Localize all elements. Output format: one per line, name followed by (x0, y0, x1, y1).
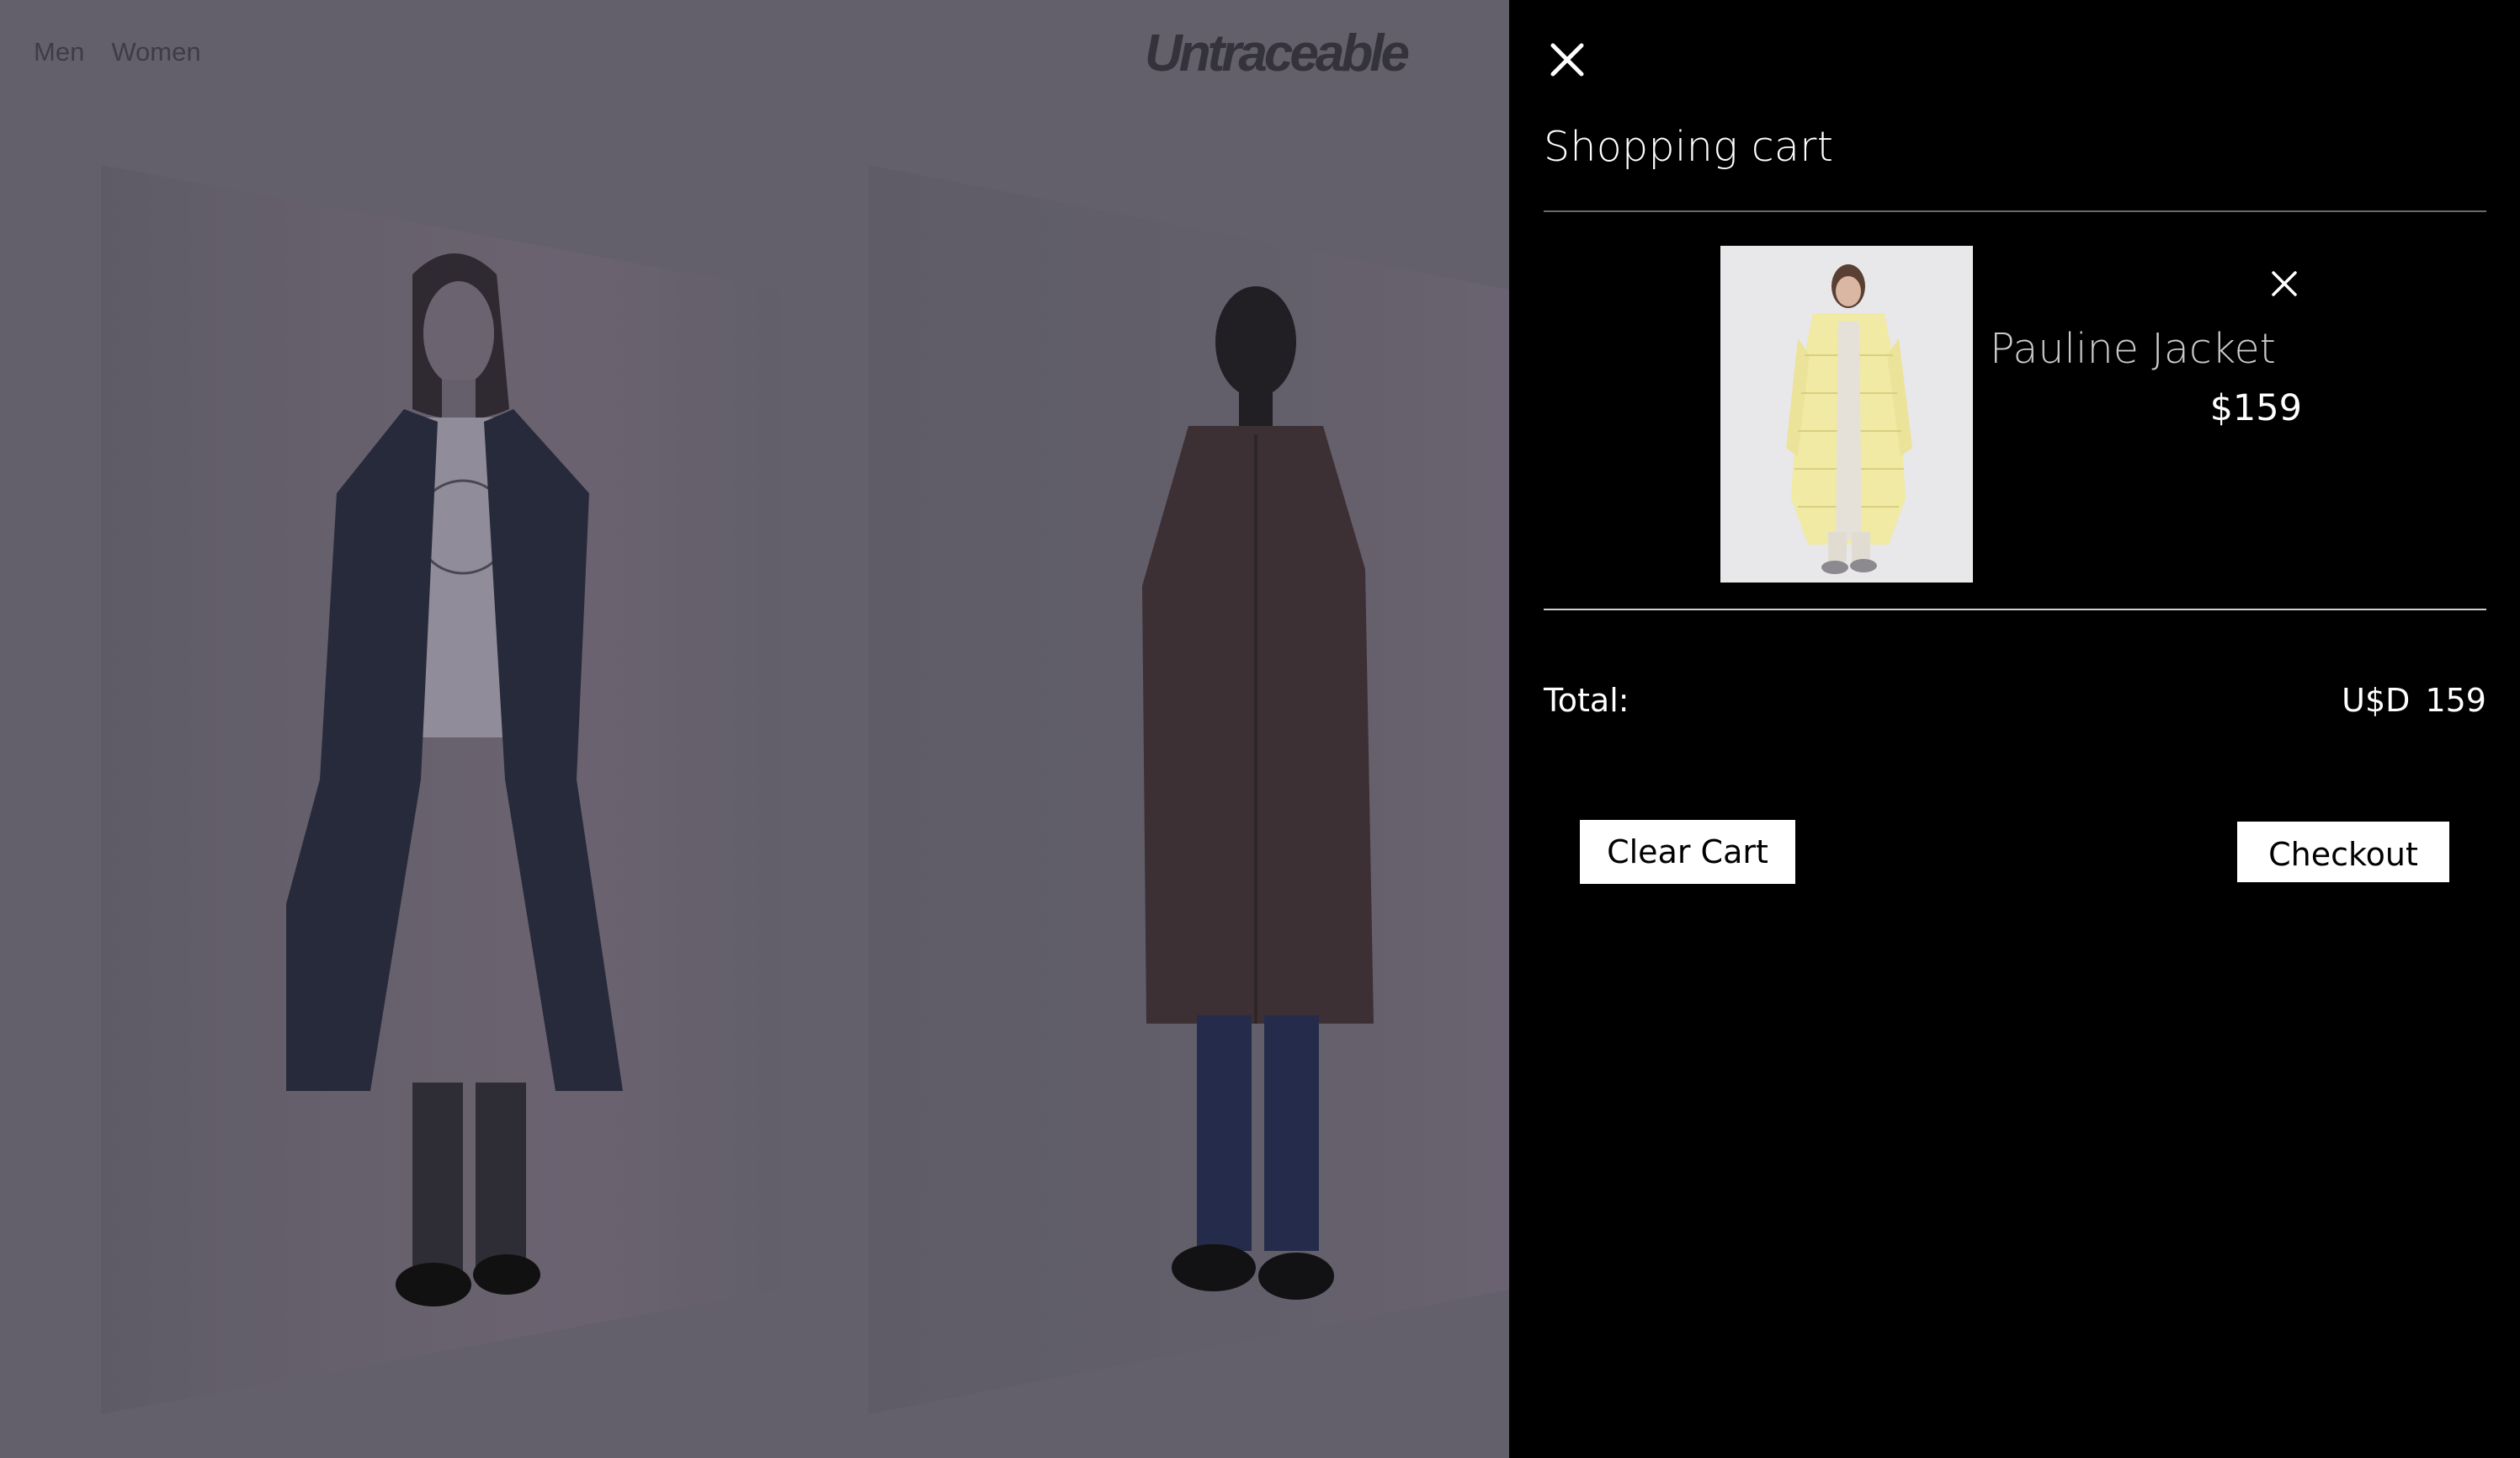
product-name: Pauline Jacket (1990, 325, 2276, 373)
total-value: U$D 159 (2342, 682, 2486, 719)
checkout-button[interactable]: Checkout (2237, 822, 2449, 882)
product-card-men[interactable] (869, 165, 1510, 1414)
nav-link-men[interactable]: Men (34, 37, 84, 67)
close-icon[interactable] (1548, 40, 1587, 79)
product-thumbnail[interactable] (1720, 246, 1973, 583)
main-nav: Men Women (34, 37, 201, 67)
divider (1544, 210, 2486, 212)
nav-link-women[interactable]: Women (111, 37, 200, 67)
store-logo[interactable]: Untraceable (1145, 24, 1410, 83)
cart-drawer: Shopping cart Pauline Jacket $159 Total:… (1509, 0, 2520, 1458)
cart-title: Shopping cart (1544, 123, 1834, 171)
clear-cart-button[interactable]: Clear Cart (1580, 820, 1795, 884)
page: Men Women Untraceable Shopping cart Paul… (0, 0, 2520, 1458)
total-label: Total: (1544, 682, 1629, 719)
product-price: $159 (2209, 387, 2302, 429)
divider (1544, 609, 2486, 610)
model-image (286, 241, 640, 1344)
model-image (1096, 266, 1416, 1327)
product-card-women[interactable] (101, 165, 779, 1414)
remove-item-icon[interactable] (2270, 269, 2299, 298)
